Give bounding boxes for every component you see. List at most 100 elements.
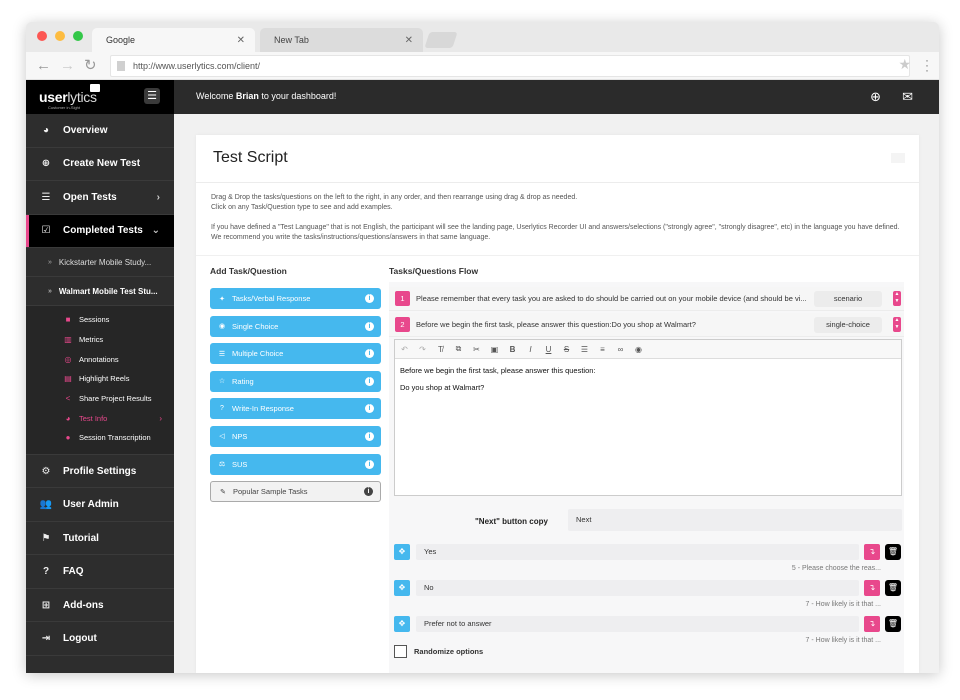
userlytics-logo[interactable]: userlytics	[39, 89, 97, 105]
redo-icon[interactable]: ↷	[418, 345, 427, 354]
sidebar-item-create-new-test[interactable]: ⊕ Create New Test	[26, 148, 174, 181]
study-link-session-transcription[interactable]: ● Session Transcription	[26, 428, 174, 448]
info-icon[interactable]: i	[364, 487, 373, 497]
editor-content[interactable]: Before we begin the first task, please a…	[395, 359, 901, 407]
bold-icon[interactable]: B	[508, 345, 517, 354]
answer-option-input[interactable]: Yes	[416, 544, 859, 560]
new-tab-button[interactable]	[424, 32, 458, 48]
editor-line: Before we begin the first task, please a…	[400, 366, 596, 375]
add-write-in-response-button[interactable]: ? Write-In Response i	[210, 398, 381, 420]
info-icon[interactable]: i	[365, 404, 374, 414]
sidebar-item-open-tests[interactable]: ☰ Open Tests ›	[26, 181, 174, 215]
reorder-handle-icon[interactable]: ▲ ▼	[893, 317, 901, 332]
paste-icon[interactable]: ▣	[490, 345, 499, 354]
check-square-icon: ☑	[41, 225, 51, 237]
info-icon[interactable]: i	[365, 349, 374, 359]
flow-row[interactable]: 2 Before we begin the first task, please…	[389, 313, 904, 337]
study-kickstarter[interactable]: » Kickstarter Mobile Study...	[26, 248, 174, 277]
flow-title: Tasks/Questions Flow	[389, 266, 479, 276]
url-text: http://www.userlytics.com/client/	[133, 61, 261, 71]
sidebar-item-label: Overview	[63, 124, 108, 136]
minimize-window-button[interactable]	[55, 31, 65, 41]
answer-option-input[interactable]: Prefer not to answer	[416, 616, 859, 632]
close-tab-icon[interactable]: ✕	[237, 35, 245, 46]
study-walmart[interactable]: » Walmart Mobile Test Stu...	[26, 277, 174, 306]
browser-menu-icon[interactable]: · · ·	[925, 54, 929, 76]
info-icon[interactable]: i	[365, 376, 374, 386]
drag-handle-icon[interactable]: ✥	[394, 544, 410, 560]
copy-icon[interactable]: ⧉	[454, 344, 463, 354]
add-tasks-verbal-response-button[interactable]: ✦ Tasks/Verbal Response i	[210, 288, 381, 309]
maximize-window-button[interactable]	[73, 31, 83, 41]
study-link-annotations[interactable]: ◎ Annotations	[26, 349, 174, 369]
test-script-card: Test Script Drag & Drop the tasks/questi…	[196, 135, 919, 673]
link-icon[interactable]: ∞	[616, 345, 625, 354]
palette-item-label: Single Choice	[232, 321, 279, 331]
flow-row[interactable]: 1 Please remember that every task you ar…	[389, 287, 904, 311]
add-single-choice-button[interactable]: ◉ Single Choice i	[210, 315, 381, 337]
add-sus-button[interactable]: ⚖ SUS i	[210, 453, 381, 475]
skip-logic-icon[interactable]: ↴	[864, 616, 880, 632]
preview-eye-icon[interactable]: ◉	[634, 345, 643, 354]
study-link-share-project-results[interactable]: < Share Project Results	[26, 389, 174, 409]
undo-icon[interactable]: ↶	[400, 345, 409, 354]
add-rating-button[interactable]: ☆ Rating i	[210, 370, 381, 392]
sidebar-item-user-admin[interactable]: 👥 User Admin	[26, 488, 174, 522]
info-icon[interactable]: i	[365, 321, 374, 331]
study-link-test-info[interactable]: ◕ Test Info ›	[26, 408, 174, 428]
skip-logic-icon[interactable]: ↴	[864, 580, 880, 596]
next-button-copy-input[interactable]: Next	[568, 509, 902, 531]
sidebar-item-profile-settings[interactable]: ⚙ Profile Settings	[26, 455, 174, 489]
bookmark-star-icon[interactable]: ★	[898, 56, 911, 73]
drag-handle-icon[interactable]: ✥	[394, 580, 410, 596]
info-icon[interactable]: i	[365, 431, 374, 441]
envelope-icon[interactable]: ✉	[902, 89, 913, 105]
forward-arrow-icon[interactable]: →	[60, 57, 75, 75]
info-icon[interactable]: i	[365, 294, 374, 303]
numbered-list-icon[interactable]: ≡	[598, 345, 607, 354]
skip-logic-icon[interactable]: ↴	[864, 544, 880, 560]
trash-icon[interactable]: 🗑	[885, 544, 901, 560]
address-bar[interactable]: http://www.userlytics.com/client/	[110, 55, 910, 77]
reorder-handle-icon[interactable]: ▲ ▼	[893, 291, 901, 306]
sidebar-item-add-ons[interactable]: ⊞ Add-ons	[26, 589, 174, 623]
clear-format-icon[interactable]: T̸	[436, 345, 445, 354]
reload-icon[interactable]: ↻	[84, 57, 97, 75]
study-link-label: Sessions	[79, 315, 110, 325]
randomize-options[interactable]: Randomize options	[394, 645, 483, 658]
next-button-copy-label: "Next" button copy	[475, 517, 548, 526]
sidebar-item-faq[interactable]: ? FAQ	[26, 555, 174, 589]
close-tab-icon[interactable]: ✕	[405, 35, 413, 46]
browser-tab-google[interactable]: Google ✕	[92, 28, 255, 52]
study-link-sessions[interactable]: ■ Sessions	[26, 310, 174, 330]
add-task-title: Add Task/Question	[210, 266, 287, 276]
bullet-list-icon[interactable]: ☰	[580, 345, 589, 354]
add-nps-button[interactable]: ◁ NPS i	[210, 425, 381, 447]
popular-sample-tasks-button[interactable]: ✎ Popular Sample Tasks i	[210, 481, 381, 503]
randomize-checkbox[interactable]	[394, 645, 407, 658]
browser-tab-new-tab[interactable]: New Tab ✕	[260, 28, 423, 52]
sidebar-item-overview[interactable]: ◕ Overview	[26, 114, 174, 148]
info-icon[interactable]: i	[365, 459, 374, 469]
collapse-icon[interactable]	[891, 153, 905, 163]
plus-circle-icon[interactable]: ⊕	[870, 89, 881, 105]
sidebar-item-label: Add-ons	[63, 599, 104, 611]
welcome-message: Welcome Brian to your dashboard!	[196, 91, 336, 101]
cut-icon[interactable]: ✂	[472, 345, 481, 354]
drag-handle-icon[interactable]: ✥	[394, 616, 410, 632]
strikethrough-icon[interactable]: S	[562, 345, 571, 354]
study-link-metrics[interactable]: ▥ Metrics	[26, 330, 174, 350]
sidebar-item-logout[interactable]: ⇥ Logout	[26, 622, 174, 656]
trash-icon[interactable]: 🗑	[885, 616, 901, 632]
hamburger-menu-button[interactable]: ☰	[144, 88, 160, 104]
italic-icon[interactable]: I	[526, 345, 535, 354]
close-window-button[interactable]	[37, 31, 47, 41]
sidebar-item-completed-tests[interactable]: ☑ Completed Tests ⌄	[26, 214, 174, 248]
add-multiple-choice-button[interactable]: ☰ Multiple Choice i	[210, 343, 381, 365]
underline-icon[interactable]: U	[544, 345, 553, 354]
answer-option-input[interactable]: No	[416, 580, 859, 596]
back-arrow-icon[interactable]: ←	[36, 57, 51, 75]
trash-icon[interactable]: 🗑	[885, 580, 901, 596]
sidebar-item-tutorial[interactable]: ⚑ Tutorial	[26, 522, 174, 556]
study-link-highlight-reels[interactable]: ▤ Highlight Reels	[26, 369, 174, 389]
